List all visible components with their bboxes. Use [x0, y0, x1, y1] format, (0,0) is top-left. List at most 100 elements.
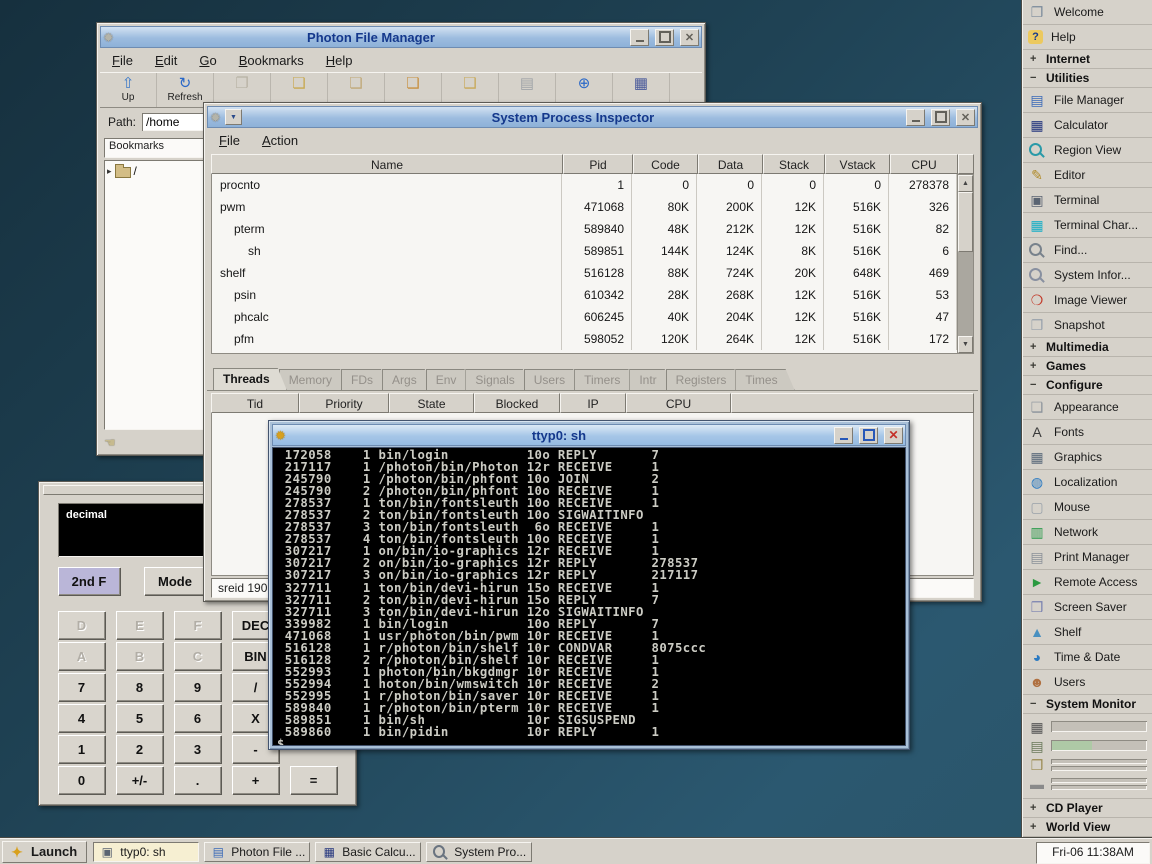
tab-signals[interactable]: Signals: [465, 369, 531, 390]
calc-key-f[interactable]: F: [174, 611, 221, 639]
sidebar-item-time-date[interactable]: ◕Time & Date: [1023, 645, 1152, 670]
fm-menu-edit[interactable]: Edit: [149, 52, 189, 69]
sidebar-item-localization[interactable]: ◍Localization: [1023, 470, 1152, 495]
fm-menu-help[interactable]: Help: [320, 52, 365, 69]
column-header-vstack[interactable]: Vstack: [825, 154, 890, 174]
sidebar-item-help[interactable]: ?Help: [1023, 25, 1152, 50]
terminal-content[interactable]: 172058 1 bin/login 10o REPLY 7 217117 1 …: [272, 447, 906, 746]
close-button[interactable]: ✕: [884, 427, 903, 444]
process-row[interactable]: sh589851144K124K8K516K6: [212, 240, 957, 262]
expand-icon[interactable]: +: [1030, 821, 1039, 833]
tab-times[interactable]: Times: [735, 369, 794, 390]
tab-threads[interactable]: Threads: [213, 368, 287, 390]
collapse-icon[interactable]: −: [1030, 698, 1039, 710]
window-menu-gear-icon[interactable]: ✹: [210, 111, 221, 124]
calc-key-_[interactable]: +/-: [116, 766, 163, 794]
thread-column-header-cpu[interactable]: CPU: [626, 393, 731, 413]
sidebar-group-systemmonitor[interactable]: −System Monitor: [1023, 695, 1152, 714]
tab-registers[interactable]: Registers: [666, 369, 744, 390]
sidebar-item-screen-saver[interactable]: ❒Screen Saver: [1023, 595, 1152, 620]
sidebar-item-system-infor[interactable]: System Infor...: [1023, 263, 1152, 288]
collapse-icon[interactable]: −: [1030, 72, 1039, 84]
minimize-button[interactable]: [630, 29, 649, 46]
sidebar-item-editor[interactable]: ✎Editor: [1023, 163, 1152, 188]
calc-key-a[interactable]: A: [58, 642, 105, 670]
calc-key-2[interactable]: 2: [116, 735, 163, 763]
process-table-scrollbar[interactable]: ▲ ▼: [958, 174, 974, 354]
close-button[interactable]: ✕: [956, 109, 975, 126]
window-menu-gear-icon[interactable]: ✹: [103, 31, 114, 44]
column-header-cpu[interactable]: CPU: [890, 154, 958, 174]
thread-column-header-blocked[interactable]: Blocked: [474, 393, 560, 413]
sidebar-item-network[interactable]: ▥Network: [1023, 520, 1152, 545]
expand-icon[interactable]: +: [1030, 360, 1039, 372]
calc-key-_[interactable]: =: [290, 766, 337, 794]
column-header-pid[interactable]: Pid: [563, 154, 633, 174]
task-button-ttyp0-sh[interactable]: ▣ttyp0: sh: [93, 842, 199, 862]
calc-key-_[interactable]: +: [232, 766, 279, 794]
pi-menu-file[interactable]: File: [213, 132, 252, 149]
sidebar-item-print-manager[interactable]: ▤Print Manager: [1023, 545, 1152, 570]
calc-key-b[interactable]: B: [116, 642, 163, 670]
fm-menu-file[interactable]: File: [106, 52, 145, 69]
maximize-button[interactable]: [655, 29, 674, 46]
sidebar-item-mouse[interactable]: ▢Mouse: [1023, 495, 1152, 520]
launch-button[interactable]: ✦ Launch: [2, 841, 87, 863]
file-manager-titlebar[interactable]: ✹ Photon File Manager ✕: [100, 26, 702, 48]
bookmark-item[interactable]: ▸/: [107, 164, 207, 178]
expand-icon[interactable]: +: [1030, 53, 1039, 65]
process-row[interactable]: phcalc60624540K204K12K516K47: [212, 306, 957, 328]
tab-memory[interactable]: Memory: [279, 369, 349, 390]
sidebar-item-image-viewer[interactable]: ❍Image Viewer: [1023, 288, 1152, 313]
expand-arrow-icon[interactable]: ▸: [107, 166, 112, 177]
sidebar-group-games[interactable]: +Games: [1023, 357, 1152, 376]
process-row[interactable]: pwm47106880K200K12K516K326: [212, 196, 957, 218]
column-header-data[interactable]: Data: [698, 154, 763, 174]
thread-column-header-tid[interactable]: Tid: [211, 393, 299, 413]
sidebar-group-cdplayer[interactable]: +CD Player: [1023, 799, 1152, 818]
expand-icon[interactable]: +: [1030, 341, 1039, 353]
process-row[interactable]: pterm58984048K212K12K516K82: [212, 218, 957, 240]
sidebar-group-worldview[interactable]: +World View: [1023, 818, 1152, 837]
calc-button-2ndf[interactable]: 2nd F: [58, 567, 120, 595]
maximize-button[interactable]: [931, 109, 950, 126]
thread-column-header-state[interactable]: State: [389, 393, 474, 413]
sidebar-group-utilities[interactable]: −Utilities: [1023, 69, 1152, 88]
tab-timers[interactable]: Timers: [574, 369, 637, 390]
scrollbar-thumb[interactable]: [958, 192, 973, 252]
minimize-button[interactable]: [834, 427, 853, 444]
sidebar-item-remote-access[interactable]: ►Remote Access: [1023, 570, 1152, 595]
calc-key-4[interactable]: 4: [58, 704, 105, 732]
window-menu-gear-icon[interactable]: ✹: [275, 429, 286, 442]
scroll-down-icon[interactable]: ▼: [958, 336, 973, 353]
column-header-stack[interactable]: Stack: [763, 154, 825, 174]
process-row[interactable]: procnto10000278378: [212, 174, 957, 196]
sidebar-item-terminal[interactable]: ▣Terminal: [1023, 188, 1152, 213]
pi-menu-action[interactable]: Action: [256, 132, 310, 149]
calc-key-9[interactable]: 9: [174, 673, 221, 701]
fm-menu-go[interactable]: Go: [193, 52, 228, 69]
process-row[interactable]: shelf51612888K724K20K648K469: [212, 262, 957, 284]
calc-key-1[interactable]: 1: [58, 735, 105, 763]
fm-menu-bookmarks[interactable]: Bookmarks: [233, 52, 316, 69]
sidebar-group-configure[interactable]: −Configure: [1023, 376, 1152, 395]
sidebar-item-region-view[interactable]: Region View: [1023, 138, 1152, 163]
task-button-basic-calcu[interactable]: ▦Basic Calcu...: [315, 842, 421, 862]
scroll-up-icon[interactable]: ▲: [958, 175, 973, 192]
toolbar-up-button[interactable]: ⇧Up: [100, 73, 157, 107]
thread-column-header-priority[interactable]: Priority: [299, 393, 389, 413]
sidebar-item-graphics[interactable]: ▦Graphics: [1023, 445, 1152, 470]
task-button-photon-file[interactable]: ▤Photon File ...: [204, 842, 310, 862]
column-header-name[interactable]: Name: [211, 154, 563, 174]
sidebar-item-appearance[interactable]: ❏Appearance: [1023, 395, 1152, 420]
chevron-down-icon[interactable]: ▼: [225, 109, 242, 125]
sidebar-group-multimedia[interactable]: +Multimedia: [1023, 338, 1152, 357]
calc-key-3[interactable]: 3: [174, 735, 221, 763]
column-header-code[interactable]: Code: [633, 154, 698, 174]
calc-key-5[interactable]: 5: [116, 704, 163, 732]
task-button-system-pro[interactable]: System Pro...: [426, 842, 532, 862]
process-inspector-titlebar[interactable]: ✹ ▼ System Process Inspector ✕: [207, 106, 978, 128]
expand-icon[interactable]: +: [1030, 802, 1039, 814]
sidebar-group-internet[interactable]: +Internet: [1023, 50, 1152, 69]
process-row[interactable]: psin61034228K268K12K516K53: [212, 284, 957, 306]
